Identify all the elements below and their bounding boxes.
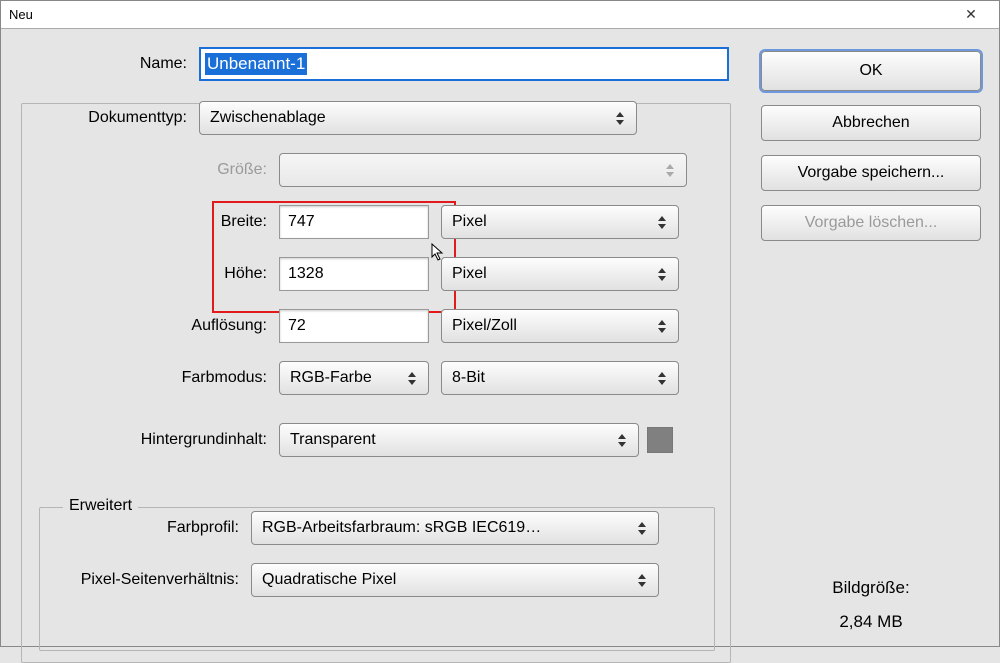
updown-icon [658,316,672,336]
pixelaspect-dropdown[interactable]: Quadratische Pixel [251,563,659,597]
label-colormode: Farbmodus: [19,369,279,387]
image-size-display: Bildgröße: 2,84 MB [761,571,981,639]
bgcontent-value: Transparent [290,431,376,449]
image-size-label: Bildgröße: [761,571,981,605]
save-preset-label: Vorgabe speichern... [798,164,945,182]
colormode-dropdown[interactable]: RGB-Farbe [279,361,429,395]
pixelaspect-value: Quadratische Pixel [262,571,396,589]
close-button[interactable]: ✕ [951,2,991,28]
label-height: Höhe: [19,265,279,283]
updown-icon [658,264,672,284]
image-size-value: 2,84 MB [761,605,981,639]
updown-icon [616,108,630,128]
resolution-unit-value: Pixel/Zoll [452,317,517,335]
updown-icon [618,430,632,450]
label-bgcontent: Hintergrundinhalt: [19,431,279,449]
doctype-dropdown[interactable]: Zwischenablage [199,101,637,135]
label-width: Breite: [19,213,279,231]
delete-preset-button: Vorgabe löschen... [761,205,981,241]
updown-icon [638,518,652,538]
titlebar: Neu ✕ [1,1,999,29]
row-resolution: Auflösung: Pixel/Zoll [19,309,741,343]
save-preset-button[interactable]: Vorgabe speichern... [761,155,981,191]
row-pixelaspect: Pixel-Seitenverhältnis: Quadratische Pix… [0,563,741,597]
updown-icon [658,368,672,388]
doctype-value: Zwischenablage [210,109,326,127]
bgcontent-dropdown[interactable]: Transparent [279,423,639,457]
ok-label: OK [859,62,882,80]
updown-icon [666,160,680,180]
label-name: Name: [0,55,199,73]
colormode-value: RGB-Farbe [290,369,372,387]
side-area: OK Abbrechen Vorgabe speichern... Vorgab… [761,51,981,639]
row-bgcontent: Hintergrundinhalt: Transparent [19,423,741,457]
updown-icon [638,570,652,590]
colordepth-dropdown[interactable]: 8-Bit [441,361,679,395]
height-input[interactable] [279,257,429,291]
height-unit-value: Pixel [452,265,487,283]
cancel-label: Abbrechen [832,114,909,132]
cancel-button[interactable]: Abbrechen [761,105,981,141]
width-unit-dropdown[interactable]: Pixel [441,205,679,239]
label-doctype: Dokumenttyp: [0,109,199,127]
colorprofile-dropdown[interactable]: RGB-Arbeitsfarbraum: sRGB IEC619… [251,511,659,545]
delete-preset-label: Vorgabe löschen... [805,214,938,232]
resolution-unit-dropdown[interactable]: Pixel/Zoll [441,309,679,343]
colordepth-value: 8-Bit [452,369,485,387]
label-colorprofile: Farbprofil: [0,519,251,537]
ok-button[interactable]: OK [761,51,981,91]
width-input[interactable] [279,205,429,239]
row-size: Größe: [19,153,741,187]
colorprofile-value: RGB-Arbeitsfarbraum: sRGB IEC619… [262,519,541,537]
row-colorprofile: Farbprofil: RGB-Arbeitsfarbraum: sRGB IE… [0,511,741,545]
size-dropdown [279,153,687,187]
row-doctype: Dokumenttyp: Zwischenablage [0,101,741,135]
window-title: Neu [9,7,33,22]
new-document-dialog: Neu ✕ Erweitert Name: Unbenannt-1 /* emu… [0,0,1000,647]
close-icon: ✕ [965,6,977,23]
main-area: Name: Unbenannt-1 /* emulate selected te… [19,47,741,647]
label-resolution: Auflösung: [19,317,279,335]
resolution-input[interactable] [279,309,429,343]
name-input[interactable]: Unbenannt-1 [199,47,729,81]
bg-color-swatch[interactable] [647,427,673,453]
row-width: Breite: Pixel [19,205,741,239]
label-pixelaspect: Pixel-Seitenverhältnis: [0,571,251,589]
row-name: Name: Unbenannt-1 [0,47,741,81]
updown-icon [408,368,422,388]
dialog-body: Erweitert Name: Unbenannt-1 /* emulate s… [1,29,999,646]
updown-icon [658,212,672,232]
height-unit-dropdown[interactable]: Pixel [441,257,679,291]
row-colormode: Farbmodus: RGB-Farbe 8-Bit [19,361,741,395]
width-unit-value: Pixel [452,213,487,231]
label-size: Größe: [19,161,279,179]
row-height: Höhe: Pixel [19,257,741,291]
